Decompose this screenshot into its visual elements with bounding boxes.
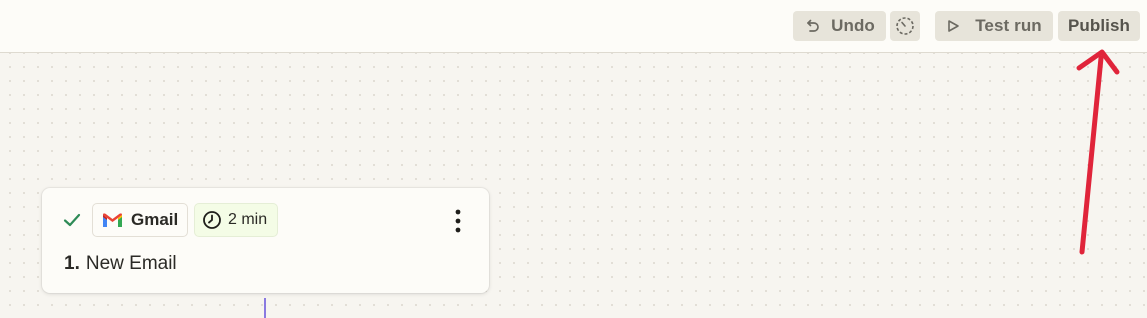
gmail-logo-icon: [103, 213, 122, 227]
test-run-label: Test run: [975, 16, 1042, 35]
history-icon: [896, 17, 914, 35]
undo-icon: [807, 19, 819, 32]
clock-icon: [203, 211, 221, 229]
app-name: Gmail: [131, 210, 179, 229]
app-chip[interactable]: Gmail: [92, 203, 188, 237]
test-run-button[interactable]: Test run: [935, 11, 1053, 41]
publish-label: Publish: [1067, 16, 1131, 35]
history-button[interactable]: [890, 11, 920, 41]
step-title: 1. New Email: [64, 253, 177, 275]
step-name: New Email: [85, 253, 177, 274]
step-connector: [264, 298, 266, 318]
play-icon: [948, 20, 959, 32]
duration-badge[interactable]: 2 min: [194, 203, 278, 237]
duration-label: 2 min: [228, 211, 268, 228]
trigger-step-card[interactable]: Gmail 2 min 1. New Email: [42, 188, 489, 293]
more-vertical-icon[interactable]: [453, 209, 463, 233]
undo-button[interactable]: Undo: [793, 11, 886, 41]
check-icon: [63, 213, 81, 227]
publish-button[interactable]: Publish: [1058, 11, 1140, 41]
step-number: 1.: [64, 253, 80, 274]
undo-label: Undo: [831, 16, 875, 35]
top-toolbar: Undo Test run Publish: [0, 0, 1147, 53]
